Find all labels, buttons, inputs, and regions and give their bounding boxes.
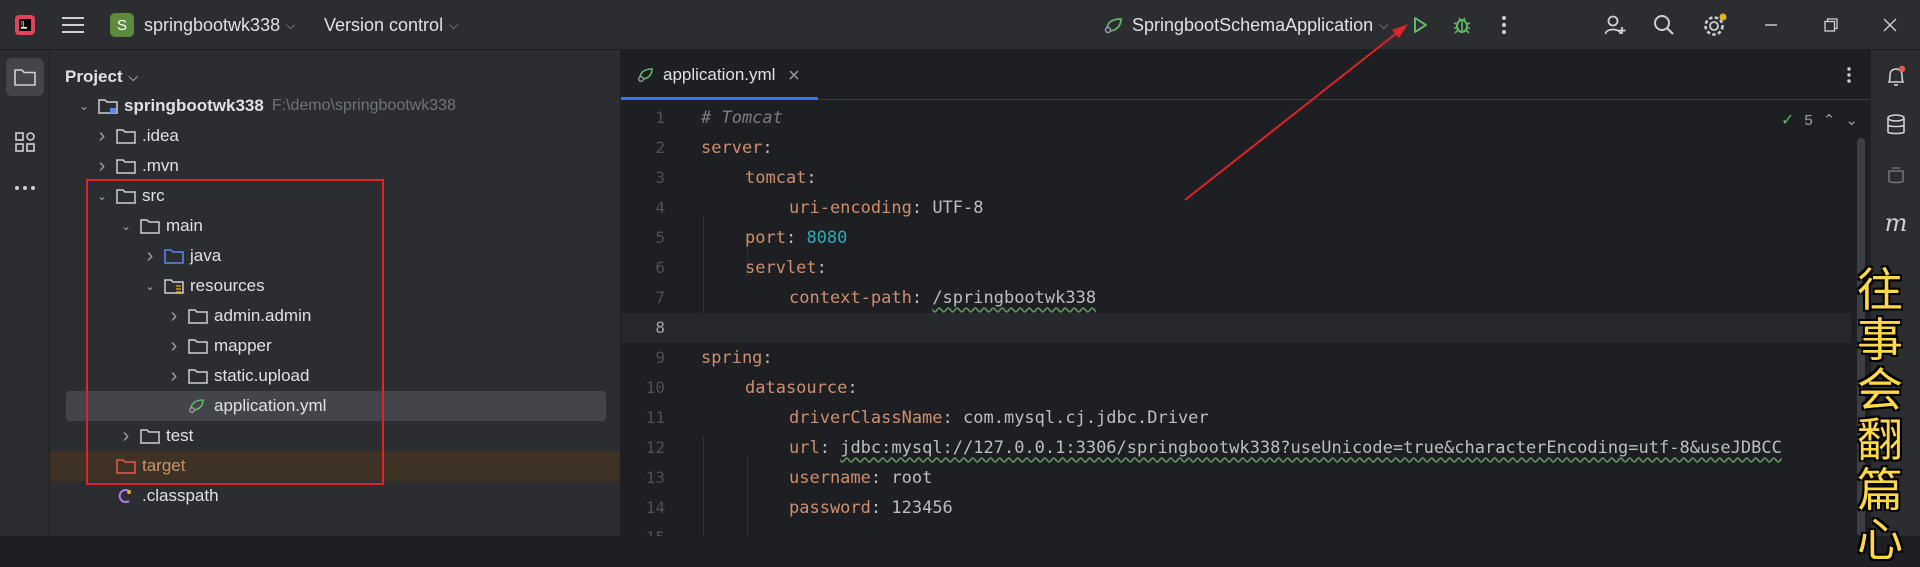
watermark-text: 往事会翻篇心 — [1857, 263, 1903, 567]
annotation-arrow — [1184, 24, 1408, 201]
